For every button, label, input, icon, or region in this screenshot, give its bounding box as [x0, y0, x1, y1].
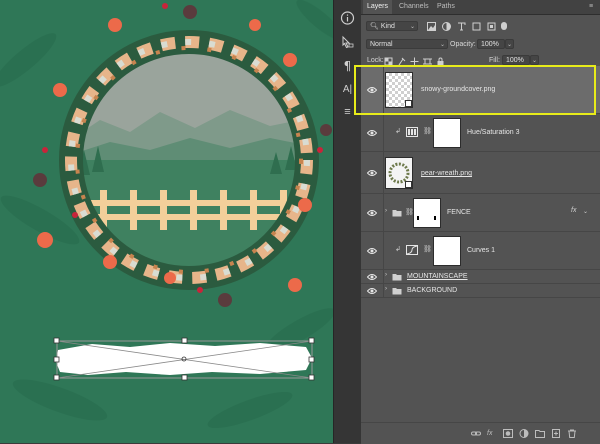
eye-icon[interactable]	[367, 287, 377, 295]
folder-icon	[392, 287, 402, 295]
filter-row: 🔍︎ Kind ⌄	[361, 20, 600, 32]
eye-icon[interactable]	[367, 169, 377, 177]
layer-mask-thumbnail	[433, 236, 461, 266]
layer-curves-1[interactable]: ↲ ⛓︎ Curves 1	[361, 232, 600, 270]
folder-icon	[392, 209, 402, 217]
clipping-arrow-icon: ↲	[395, 128, 401, 135]
folder-icon	[392, 273, 402, 281]
eye-icon[interactable]	[367, 86, 377, 94]
layer-name: snowy-groundcover.png	[421, 86, 496, 93]
smart-object-badge-icon	[405, 181, 412, 188]
chevron-down-icon: ⌄	[409, 24, 415, 30]
filter-pixel-icon[interactable]	[427, 22, 436, 31]
canvas-artwork	[0, 0, 333, 429]
layer-name: FENCE	[447, 209, 471, 216]
trash-icon[interactable]	[567, 429, 577, 438]
filter-type-icon[interactable]	[457, 22, 466, 31]
mask-mark	[417, 216, 419, 220]
eye-icon[interactable]	[367, 247, 377, 255]
tab-layers[interactable]: Layers	[363, 0, 393, 14]
info-icon[interactable]	[339, 10, 356, 26]
mask-mark	[434, 216, 436, 220]
layer-group-fence[interactable]: › ⛓︎ FENCE fx ⌄	[361, 194, 600, 232]
tab-paths[interactable]: Paths	[433, 0, 459, 14]
eye-icon[interactable]	[367, 273, 377, 281]
tab-channels[interactable]: Channels	[395, 0, 433, 14]
layers-list: snowy-groundcover.png ↲ ⛓︎ Hue/Saturatio…	[361, 64, 600, 298]
group-mask-thumbnail	[413, 198, 441, 228]
panel-menu-icon[interactable]: ≡	[589, 3, 597, 11]
chevron-down-icon: ⌄	[439, 42, 445, 48]
panel-tabs: Layers Channels Paths ≡	[361, 0, 600, 15]
layer-group-mountainscape[interactable]: › MOUNTAINSCAPE	[361, 270, 600, 284]
layer-name: Hue/Saturation 3	[467, 129, 520, 136]
fx-icon[interactable]: fx	[571, 207, 576, 214]
new-adjustment-icon[interactable]	[519, 429, 529, 438]
fill-value: 100%	[506, 57, 524, 64]
layer-hue-saturation-3[interactable]: ↲ ⛓︎ Hue/Saturation 3	[361, 114, 600, 152]
panel-tool-strip: ¶ A| ≡	[333, 0, 362, 443]
eye-icon[interactable]	[367, 129, 377, 137]
curves-adjustment-icon	[406, 245, 418, 255]
properties-glyph: ≡	[344, 106, 351, 118]
blend-mode-label: Normal	[370, 41, 393, 48]
chain-link-icon[interactable]: ⛓︎	[423, 127, 432, 135]
hue-saturation-adjustment-icon	[406, 127, 418, 137]
new-layer-icon[interactable]	[551, 429, 561, 438]
layer-snowy-groundcover[interactable]: snowy-groundcover.png	[361, 66, 600, 114]
filter-adjustment-icon[interactable]	[442, 22, 451, 31]
link-layers-icon[interactable]	[471, 429, 481, 438]
chevron-down-icon[interactable]: ⌄	[583, 208, 588, 215]
fx-label: fx	[487, 430, 493, 437]
opacity-dropdown[interactable]: ⌄	[505, 39, 514, 49]
layer-name: pear-wreath.png	[421, 170, 472, 177]
filter-kind-select[interactable]: 🔍︎ Kind ⌄	[366, 21, 418, 31]
fx-icon[interactable]: fx	[487, 429, 497, 438]
blend-mode-select[interactable]: Normal ⌄	[366, 39, 448, 49]
smart-object-badge-icon	[405, 100, 412, 107]
layers-panel: Layers Channels Paths ≡ 🔍︎ Kind ⌄ Normal…	[361, 0, 600, 444]
chevron-down-icon: ⌄	[506, 42, 512, 48]
document-canvas[interactable]	[0, 0, 333, 443]
expand-arrow-icon[interactable]: ›	[385, 286, 387, 292]
layer-group-background[interactable]: › BACKGROUND	[361, 284, 600, 298]
layer-mask-thumbnail	[433, 118, 461, 148]
opacity-label: Opacity:	[450, 41, 476, 48]
chain-link-icon[interactable]: ⛓︎	[423, 245, 432, 253]
filter-smart-object-icon[interactable]	[487, 22, 496, 31]
paragraph-icon[interactable]: ¶	[339, 58, 356, 74]
blend-row: Normal ⌄ Opacity: 100% ⌄	[361, 38, 600, 50]
filter-kind-label: Kind	[380, 23, 395, 30]
properties-icon[interactable]: ≡	[339, 104, 356, 120]
clipping-arrow-icon: ↲	[395, 246, 401, 253]
path-selection-icon[interactable]	[339, 34, 356, 50]
layers-bottom-bar: fx	[361, 422, 600, 444]
opacity-value: 100%	[481, 41, 499, 48]
paragraph-glyph: ¶	[343, 59, 352, 73]
layer-name: Curves 1	[467, 247, 496, 254]
filter-shape-icon[interactable]	[472, 22, 481, 31]
filter-toggle-switch[interactable]	[501, 22, 507, 30]
add-mask-icon[interactable]	[503, 429, 513, 438]
layer-name: BACKGROUND	[407, 287, 458, 294]
expand-arrow-icon[interactable]: ›	[385, 272, 387, 278]
character-glyph: A|	[342, 84, 353, 95]
new-group-icon[interactable]	[535, 429, 545, 438]
eye-icon[interactable]	[367, 209, 377, 217]
layer-pear-wreath[interactable]: pear-wreath.png	[361, 152, 600, 194]
layer-name: MOUNTAINSCAPE	[407, 273, 468, 280]
expand-arrow-icon[interactable]: ›	[385, 208, 387, 214]
opacity-input[interactable]: 100%	[477, 39, 505, 49]
character-icon[interactable]: A|	[339, 82, 356, 98]
